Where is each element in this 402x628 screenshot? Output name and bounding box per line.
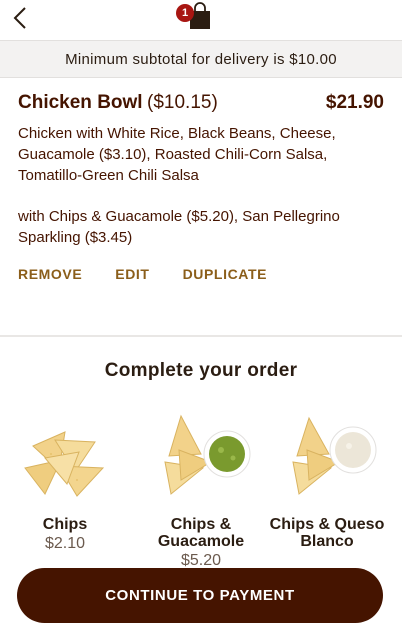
- upsell-item-chips[interactable]: Chips $2.10: [5, 410, 125, 553]
- upsell-item-price: $2.10: [44, 535, 86, 552]
- chips-guacamole-image: [164, 414, 251, 495]
- upsell-item-chips-queso[interactable]: Chips & Queso Blanco: [267, 410, 387, 552]
- top-bar: 1: [0, 0, 402, 40]
- upsell-item-chips-guacamole[interactable]: Chips & Guacamole $5.20: [141, 410, 261, 570]
- banner-text: Minimum subtotal for delivery is $10.00: [65, 50, 337, 68]
- cart-item: Chicken Bowl ($10.15) $21.90 Chicken wit…: [18, 92, 384, 282]
- item-base-price: ($10.15): [147, 92, 218, 113]
- back-button[interactable]: [8, 4, 32, 32]
- chips-queso-image: [292, 416, 377, 495]
- item-extras: with Chips & Guacamole ($5.20), San Pell…: [18, 208, 340, 246]
- duplicate-button[interactable]: DUPLICATE: [183, 266, 267, 282]
- chips-image: [24, 431, 105, 497]
- upsell-title: Complete your order: [104, 360, 298, 381]
- minimum-subtotal-banner: Minimum subtotal for delivery is $10.00: [0, 40, 402, 78]
- section-divider: [0, 335, 402, 337]
- upsell-item-name: Chips & Guacamole: [157, 516, 245, 550]
- remove-button[interactable]: REMOVE: [18, 266, 82, 282]
- item-actions: REMOVE EDIT DUPLICATE: [18, 266, 384, 282]
- upsell-item-name: Chips & Queso Blanco: [269, 516, 385, 550]
- item-name: Chicken Bowl: [18, 92, 143, 113]
- continue-to-payment-button[interactable]: CONTINUE TO PAYMENT: [17, 568, 383, 623]
- cart-item-header: Chicken Bowl ($10.15) $21.90: [18, 92, 384, 114]
- cart-count-badge: 1: [176, 4, 194, 22]
- upsell-item-name: Chips: [42, 516, 88, 533]
- item-description: Chicken with White Rice, Black Beans, Ch…: [18, 125, 336, 184]
- edit-button[interactable]: EDIT: [115, 266, 149, 282]
- item-total-price: $21.90: [325, 92, 384, 113]
- chevron-left-icon: [13, 7, 26, 29]
